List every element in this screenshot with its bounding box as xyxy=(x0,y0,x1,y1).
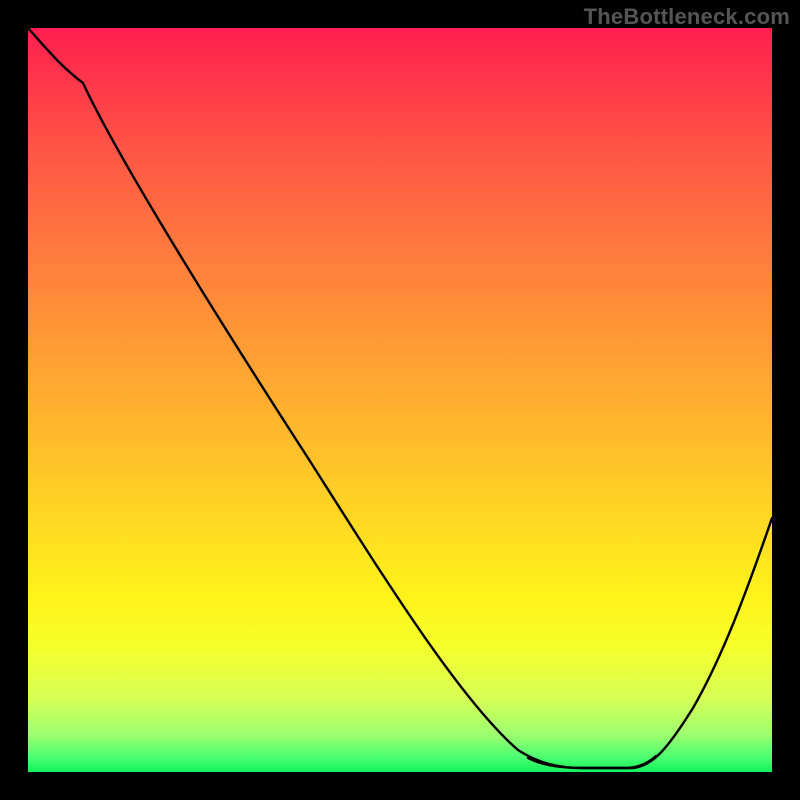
bottleneck-curve-path xyxy=(28,28,772,768)
plot-area xyxy=(28,28,772,772)
watermark-text: TheBottleneck.com xyxy=(584,4,790,30)
curve-svg xyxy=(28,28,772,772)
chart-frame: TheBottleneck.com xyxy=(0,0,800,800)
